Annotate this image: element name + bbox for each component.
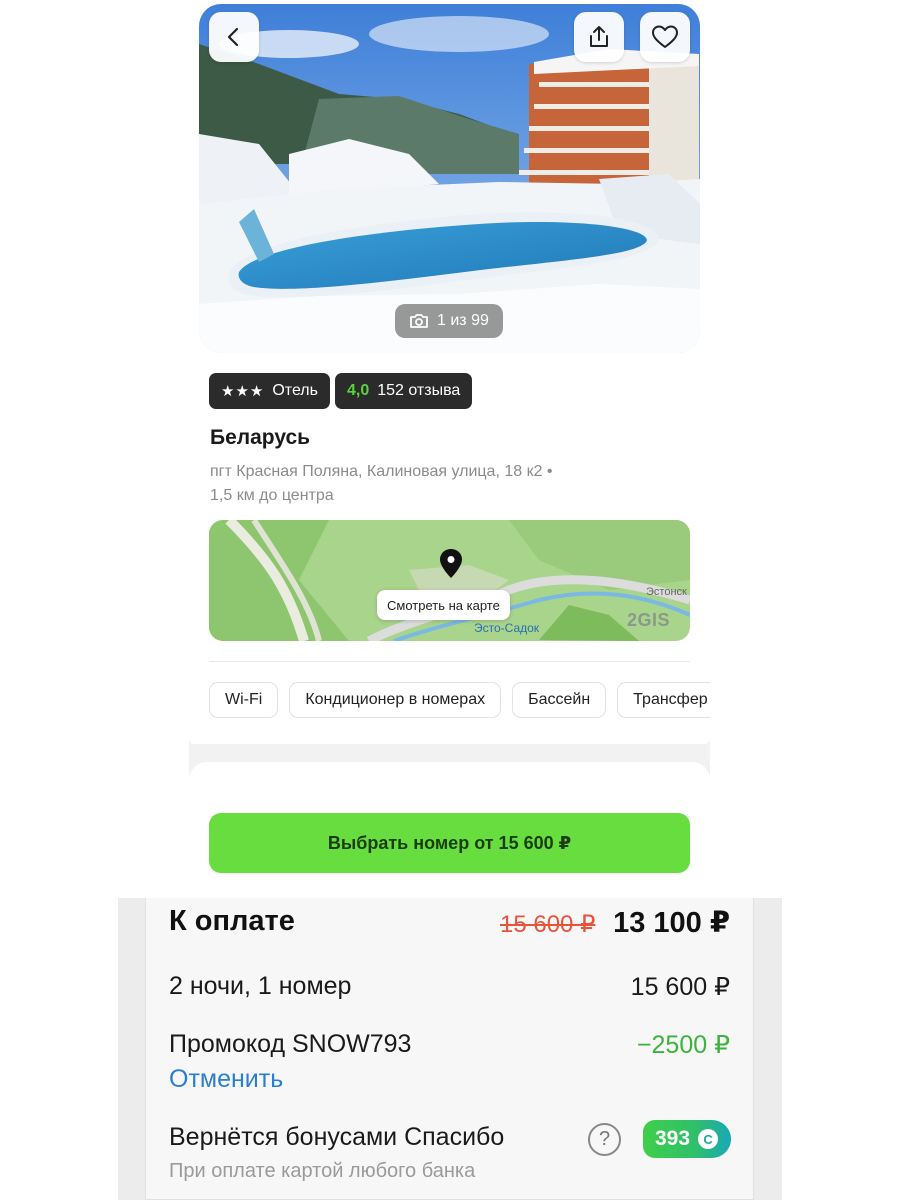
bonus-label: Вернётся бонусами Спасибо xyxy=(169,1123,505,1151)
hotel-photo[interactable]: 1 из 99 xyxy=(199,4,700,353)
reviews-count: 152 отзыва xyxy=(377,382,461,399)
heart-icon xyxy=(652,25,678,48)
chevron-left-icon xyxy=(227,27,239,47)
amenity-pool[interactable]: Бассейн xyxy=(512,682,607,718)
map-place-label: Эсто-Садок xyxy=(474,621,540,635)
share-button[interactable] xyxy=(574,12,624,62)
distance-to-center: 1,5 км до центра xyxy=(210,487,334,504)
payment-title: К оплате xyxy=(169,905,295,937)
section-card-bottom-edge xyxy=(189,738,710,744)
map-preview[interactable]: Смотреть на карте Эсто-Садок Эстонск 2GI… xyxy=(209,520,690,641)
hotel-page: 1 из 99 ★★★ Отель 4,0 152 отзыва Беларус… xyxy=(0,0,899,1200)
map-pin-icon xyxy=(440,549,462,578)
nights-label: 2 ночи, 1 номер xyxy=(169,972,352,1000)
hotel-photo-image xyxy=(199,4,700,353)
bonus-subtitle: При оплате картой любого банка xyxy=(169,1160,476,1182)
choose-room-button[interactable]: Выбрать номер от 15 600 ₽ xyxy=(209,813,690,873)
address-line: пгт Красная Поляна, Калиновая улица, 18 … xyxy=(210,463,553,480)
help-icon[interactable]: ? xyxy=(588,1123,621,1156)
photo-counter-text: 1 из 99 xyxy=(437,312,489,329)
hotel-address: пгт Красная Поляна, Калиновая улица, 18 … xyxy=(210,460,630,508)
hotel-badges: ★★★ Отель 4,0 152 отзыва xyxy=(209,373,473,409)
map-image xyxy=(209,520,690,641)
amenity-air-conditioning[interactable]: Кондиционер в номерах xyxy=(289,682,502,718)
back-button[interactable] xyxy=(209,12,259,62)
hotel-category-badge: ★★★ Отель xyxy=(209,373,330,409)
camera-icon xyxy=(410,314,428,328)
nights-value: 15 600 ₽ xyxy=(630,973,730,1001)
bonus-amount: 393 xyxy=(655,1127,691,1150)
hotel-name: Беларусь xyxy=(210,426,311,449)
favorite-button[interactable] xyxy=(640,12,690,62)
amenity-transfer[interactable]: Трансфер xyxy=(617,682,710,718)
section-card-top-edge xyxy=(189,762,710,798)
amenities-list[interactable]: Wi-Fi Кондиционер в номерах Бассейн Тран… xyxy=(209,682,710,718)
promo-discount: −2500 ₽ xyxy=(636,1031,730,1059)
view-on-map-button[interactable]: Смотреть на карте xyxy=(377,590,510,620)
promo-label: Промокод SNOW793 xyxy=(169,1030,412,1058)
rating-badge[interactable]: 4,0 152 отзыва xyxy=(334,373,473,409)
photo-counter[interactable]: 1 из 99 xyxy=(395,304,503,338)
map-road-label: Эстонск xyxy=(646,586,687,598)
stars-icon: ★★★ xyxy=(221,383,265,400)
rating-value: 4,0 xyxy=(346,382,370,399)
total-price: 13 100 ₽ xyxy=(613,907,730,939)
divider xyxy=(209,661,690,662)
hotel-type-label: Отель xyxy=(272,382,318,399)
cancel-promo-link[interactable]: Отменить xyxy=(169,1065,283,1094)
amenity-wifi[interactable]: Wi-Fi xyxy=(209,682,279,718)
bonus-coin-icon: C xyxy=(698,1129,719,1149)
bonus-badge: 393 C xyxy=(643,1120,731,1158)
map-provider-logo: 2GIS xyxy=(627,610,671,630)
share-icon xyxy=(590,26,608,47)
old-price: 15 600 ₽ xyxy=(500,911,596,938)
